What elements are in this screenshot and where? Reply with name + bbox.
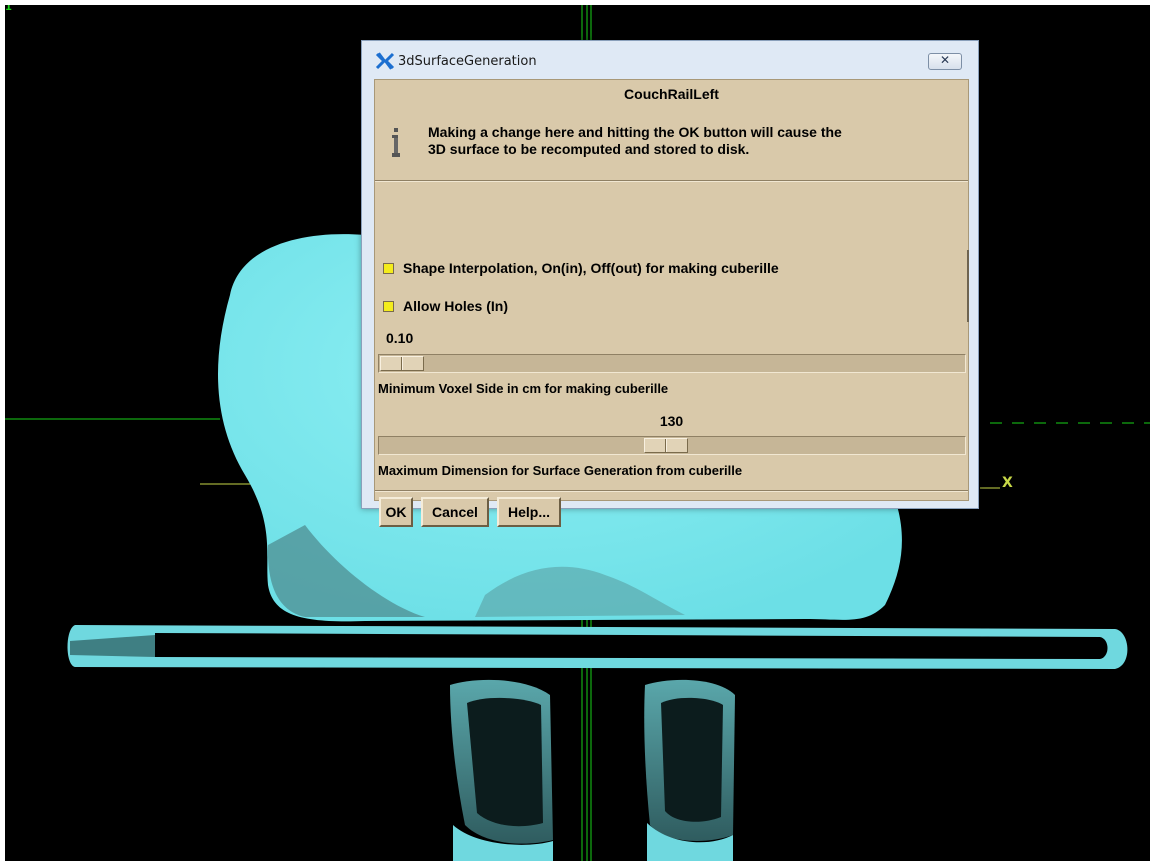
info-message: Making a change here and hitting the OK … [428,124,842,158]
allow-holes-checkbox[interactable] [383,301,394,312]
voxel-side-slider-thumb[interactable] [380,356,424,371]
ok-button[interactable]: OK [379,497,413,527]
dialog-titlebar[interactable]: 3dSurfaceGeneration ✕ [362,41,978,79]
voxel-side-value: 0.10 [386,330,414,346]
separator [375,180,968,182]
max-dimension-value: 130 [659,413,684,429]
dialog-title: 3dSurfaceGeneration [398,54,537,69]
info-icon [392,128,400,157]
max-dimension-slider-thumb[interactable] [644,438,688,453]
allow-holes-label: Allow Holes (In) [403,298,508,314]
cancel-button[interactable]: Cancel [421,497,489,527]
surface-generation-dialog: 3dSurfaceGeneration ✕ CouchRailLeft Maki… [361,40,979,527]
voxel-side-slider[interactable] [378,354,966,373]
dialog-body: CouchRailLeft Making a change here and h… [374,79,969,527]
max-dimension-label: Maximum Dimension for Surface Generation… [378,463,743,478]
voxel-side-label: Minimum Voxel Side in cm for making cube… [378,381,669,396]
close-button[interactable]: ✕ [928,53,962,70]
help-button[interactable]: Help... [497,497,561,527]
close-icon: ✕ [939,53,951,67]
info-line-2: 3D surface to be recomputed and stored t… [428,141,750,157]
shape-interpolation-checkbox[interactable] [383,263,394,274]
info-line-1: Making a change here and hitting the OK … [428,124,842,140]
shape-interpolation-option[interactable]: Shape Interpolation, On(in), Off(out) fo… [383,260,779,276]
separator [375,490,968,492]
shape-interpolation-label: Shape Interpolation, On(in), Off(out) fo… [403,260,779,276]
structure-name: CouchRailLeft [624,86,719,102]
x-axis-label: X [1002,475,1013,491]
app-x-icon [375,52,395,70]
allow-holes-option[interactable]: Allow Holes (In) [383,298,508,314]
max-dimension-slider[interactable] [378,436,966,455]
scroll-indicator[interactable] [967,250,969,322]
